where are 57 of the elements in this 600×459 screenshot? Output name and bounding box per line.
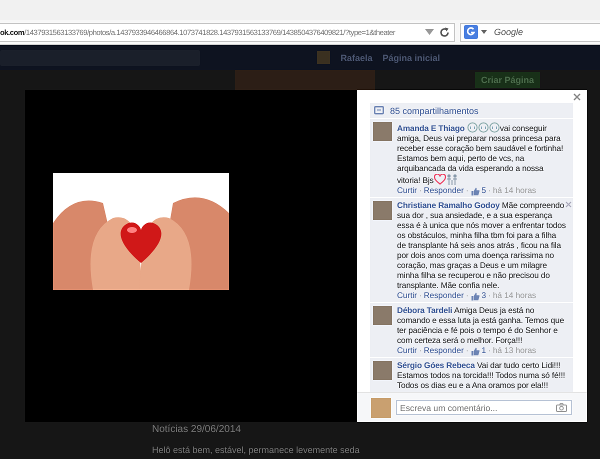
- avatar-image: [317, 51, 330, 64]
- comment-time: há 14 horas: [492, 186, 536, 196]
- post-title: Notícias 29/06/2014: [152, 424, 242, 435]
- like-link[interactable]: Curtir: [397, 186, 418, 196]
- separator-dot: ·: [466, 291, 469, 301]
- thumbs-up-icon: [470, 346, 480, 356]
- thumbs-up-icon: [470, 186, 480, 196]
- search-input[interactable]: Google: [490, 27, 574, 37]
- comment-author-link[interactable]: Christiane Ramalho Godoy: [397, 201, 500, 210]
- thumbs-up-icon: [470, 292, 480, 300]
- reply-link[interactable]: Responder: [424, 291, 464, 301]
- heart-icon: [434, 174, 446, 185]
- separator-dot: ·: [488, 346, 491, 356]
- separator-dot: ·: [488, 186, 491, 196]
- reply-link[interactable]: Responder: [424, 346, 464, 356]
- crying-face-icon: [488, 122, 500, 133]
- like-link[interactable]: Curtir: [397, 346, 418, 356]
- comment-time: há 14 horas: [492, 291, 536, 301]
- close-icon[interactable]: [573, 92, 581, 100]
- crying-face-icon: [478, 122, 489, 133]
- separator-dot: ·: [419, 346, 422, 356]
- separator-dot: ·: [419, 186, 422, 196]
- separator-dot: ·: [466, 186, 469, 196]
- comment-author-link[interactable]: Débora Tardeli: [397, 306, 452, 315]
- separator-dot: ·: [466, 346, 469, 356]
- reload-icon[interactable]: [439, 26, 450, 38]
- crying-face-icon: [466, 122, 478, 133]
- like-count[interactable]: 3: [482, 291, 486, 301]
- comment-input[interactable]: Escreva um comentário...: [396, 400, 572, 415]
- family-icon: [446, 174, 458, 185]
- like-count[interactable]: 1: [482, 346, 486, 356]
- google-logo-icon: [464, 25, 478, 39]
- comment-author-link[interactable]: Sérgio Góes Rebeca: [397, 361, 475, 370]
- post-text: Helô está bem, estável, permanece levemente seda: [152, 445, 361, 455]
- remove-icon[interactable]: [565, 201, 572, 208]
- commenter-avatar[interactable]: [373, 122, 392, 141]
- like-link[interactable]: Curtir: [397, 291, 418, 301]
- like-count[interactable]: 5: [482, 186, 486, 196]
- dropdown-arrow-icon[interactable]: [425, 29, 434, 35]
- commenter-avatar[interactable]: [373, 306, 392, 325]
- comment-text: Christiane Ramalho Godoy Mãe compreendo sua dor , sua ansiedade, e a sua esperança essa é à unica que nós mover a enfrentar todos os obstáculos, minha filha tbm foi para a filha de transplante há seis anos atrás , ficou na fila por dois anos com uma doença rarissima no coração, mas graças a Deus e um milagre minha filha se recuperou e não precisou do transplante. Mãe confia nele.: [397, 201, 566, 291]
- search-field[interactable]: Google: [460, 22, 600, 42]
- separator-dot: ·: [488, 291, 491, 301]
- commenter-avatar[interactable]: [373, 361, 392, 380]
- shares-count-link[interactable]: 85 compartilhamentos: [390, 106, 479, 116]
- commenter-avatar[interactable]: [373, 201, 392, 220]
- comment-text: Sérgio Góes Rebeca Vai dar tudo certo Lidi!!! Estamos todos na torcida!!! Todos numa só fé!!! Todos os dias eu e a Ana oramos por ela!!!: [397, 361, 566, 391]
- share-icon: [374, 106, 384, 116]
- comment-text: Débora Tardeli Amiga Deus ja está no comando e essa luta ja está ganha. Temos que ter paciência e fé pois o tempo é do Senhor e com certeza será o melhor. Força!!!: [397, 306, 566, 346]
- comment-text: Amanda E Thiago vai conseguir amiga, Deus vai preparar nossa princesa para receber esse coração bem saudável e fortinha! Estamos bem aqui, perto de vcs, na arquibancada da vida esperando a nossa vitoria! Bjs: [397, 122, 564, 186]
- reply-link[interactable]: Responder: [424, 186, 464, 196]
- comment-author-link[interactable]: Amanda E Thiago: [397, 124, 465, 133]
- camera-icon[interactable]: [556, 403, 567, 412]
- separator-dot: ·: [419, 291, 422, 301]
- user-avatar: [371, 398, 391, 418]
- dropdown-arrow-icon[interactable]: [481, 30, 487, 34]
- comment-time: há 13 horas: [492, 346, 536, 356]
